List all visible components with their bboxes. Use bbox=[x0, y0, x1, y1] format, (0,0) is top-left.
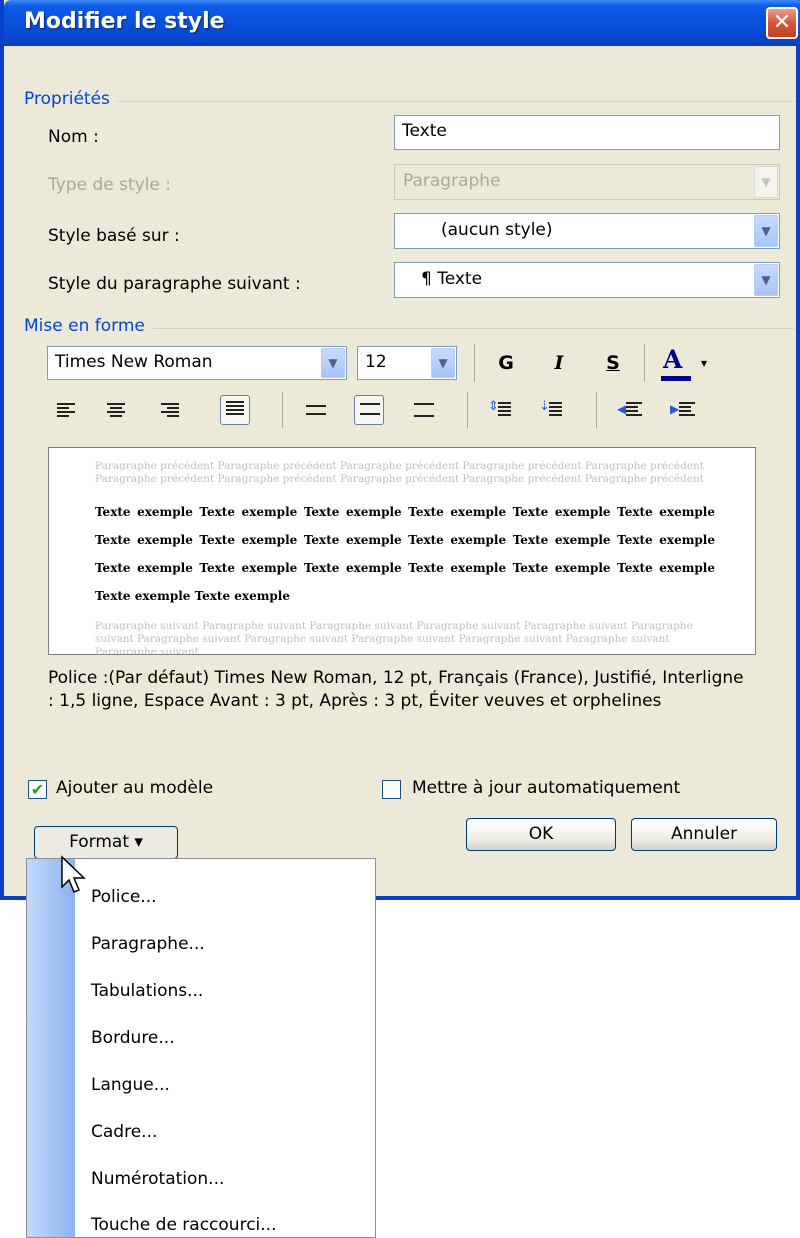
based-on-label: Style basé sur : bbox=[48, 226, 180, 246]
formatting-group-label: Mise en forme bbox=[24, 316, 153, 336]
toolbar-separator bbox=[467, 392, 468, 428]
style-description: Police :(Par défaut) Times New Roman, 12… bbox=[48, 668, 744, 711]
style-type-select: Paragraphe ▼ bbox=[394, 164, 780, 200]
space-before-decrease-button[interactable]: ⇣ bbox=[537, 397, 567, 427]
ok-button[interactable]: OK bbox=[466, 818, 616, 851]
menu-item-cadre[interactable]: Cadre... bbox=[91, 1122, 157, 1142]
font-size-select[interactable]: 12 ▼ bbox=[357, 346, 457, 380]
preview-sample-text: Texte exemple Texte exemple Texte exempl… bbox=[95, 505, 715, 603]
chevron-down-icon[interactable]: ▼ bbox=[754, 264, 778, 296]
dialog-title: Modifier le style bbox=[24, 9, 225, 34]
align-right-button[interactable] bbox=[156, 397, 186, 427]
based-on-value: (aucun style) bbox=[441, 220, 553, 240]
style-type-value: Paragraphe bbox=[403, 171, 501, 191]
menu-item-paragraphe[interactable]: Paragraphe... bbox=[91, 934, 205, 954]
auto-update-checkbox[interactable] bbox=[382, 780, 401, 799]
line-spacing-double-button[interactable] bbox=[409, 397, 439, 427]
name-label: Nom : bbox=[48, 127, 99, 147]
font-color-icon: A bbox=[663, 345, 683, 374]
name-field[interactable]: Texte bbox=[394, 115, 780, 150]
chevron-down-icon[interactable]: ▼ bbox=[431, 348, 455, 378]
underline-button[interactable]: S bbox=[601, 352, 625, 374]
chevron-down-icon: ▼ bbox=[754, 166, 778, 198]
increase-indent-button[interactable]: ▶ bbox=[669, 397, 699, 427]
title-bar[interactable]: Modifier le style ✕ bbox=[4, 0, 800, 46]
menu-item-numerotation[interactable]: Numérotation... bbox=[91, 1169, 224, 1189]
font-select[interactable]: Times New Roman ▼ bbox=[47, 346, 347, 380]
properties-group-label: Propriétés bbox=[24, 89, 118, 109]
space-before-increase-button[interactable]: ⇕ bbox=[486, 397, 516, 427]
line-spacing-single-button[interactable] bbox=[301, 397, 331, 427]
toolbar-separator bbox=[474, 344, 475, 382]
next-style-value: ¶ Texte bbox=[421, 269, 483, 289]
modify-style-dialog: Modifier le style ✕ Propriétés Nom : Tex… bbox=[0, 0, 800, 900]
next-style-select[interactable]: ¶ Texte ▼ bbox=[394, 262, 780, 298]
toolbar-separator bbox=[596, 392, 597, 428]
format-button[interactable]: Format ▾ bbox=[34, 826, 178, 859]
properties-divider bbox=[24, 101, 794, 102]
toolbar-separator bbox=[644, 344, 645, 382]
auto-update-label: Mettre à jour automatiquement bbox=[412, 778, 681, 798]
chevron-down-icon[interactable]: ▼ bbox=[754, 215, 778, 247]
menu-item-tabulations[interactable]: Tabulations... bbox=[91, 981, 203, 1001]
preview-previous-paragraph: Paragraphe précédent Paragraphe précéden… bbox=[95, 460, 705, 485]
cancel-button[interactable]: Annuler bbox=[631, 818, 777, 851]
italic-button[interactable]: I bbox=[547, 352, 571, 374]
close-button[interactable]: ✕ bbox=[766, 7, 798, 39]
menu-item-langue[interactable]: Langue... bbox=[91, 1075, 170, 1095]
chevron-down-icon[interactable]: ▾ bbox=[701, 356, 707, 370]
font-value: Times New Roman bbox=[55, 352, 213, 372]
font-color-swatch bbox=[661, 376, 691, 381]
next-style-label: Style du paragraphe suivant : bbox=[48, 274, 301, 294]
menu-item-bordure[interactable]: Bordure... bbox=[91, 1028, 175, 1048]
preview-next-paragraph: Paragraphe suivant Paragraphe suivant Pa… bbox=[95, 620, 693, 655]
add-to-template-checkbox[interactable]: ✔ bbox=[28, 780, 47, 799]
menu-item-police[interactable]: Police... bbox=[91, 887, 157, 907]
toolbar-separator bbox=[282, 392, 283, 428]
justify-button[interactable] bbox=[220, 395, 250, 425]
format-menu: Police... Paragraphe... Tabulations... B… bbox=[26, 858, 376, 1238]
align-center-button[interactable] bbox=[102, 397, 132, 427]
align-left-button[interactable] bbox=[52, 397, 82, 427]
bold-button[interactable]: G bbox=[494, 352, 518, 374]
menu-item-touche-raccourci[interactable]: Touche de raccourci... bbox=[91, 1215, 276, 1235]
style-preview: Paragraphe précédent Paragraphe précéden… bbox=[48, 447, 756, 655]
style-type-label: Type de style : bbox=[48, 175, 172, 195]
font-size-value: 12 bbox=[365, 352, 387, 372]
based-on-select[interactable]: (aucun style) ▼ bbox=[394, 213, 780, 249]
chevron-down-icon[interactable]: ▼ bbox=[321, 348, 345, 378]
add-to-template-label: Ajouter au modèle bbox=[56, 778, 214, 798]
line-spacing-onehalf-button[interactable] bbox=[354, 395, 384, 425]
menu-icon-stripe bbox=[27, 859, 75, 1237]
font-color-button[interactable]: A bbox=[659, 343, 693, 383]
mouse-pointer-icon bbox=[61, 855, 86, 893]
decrease-indent-button[interactable]: ◀ bbox=[616, 397, 646, 427]
